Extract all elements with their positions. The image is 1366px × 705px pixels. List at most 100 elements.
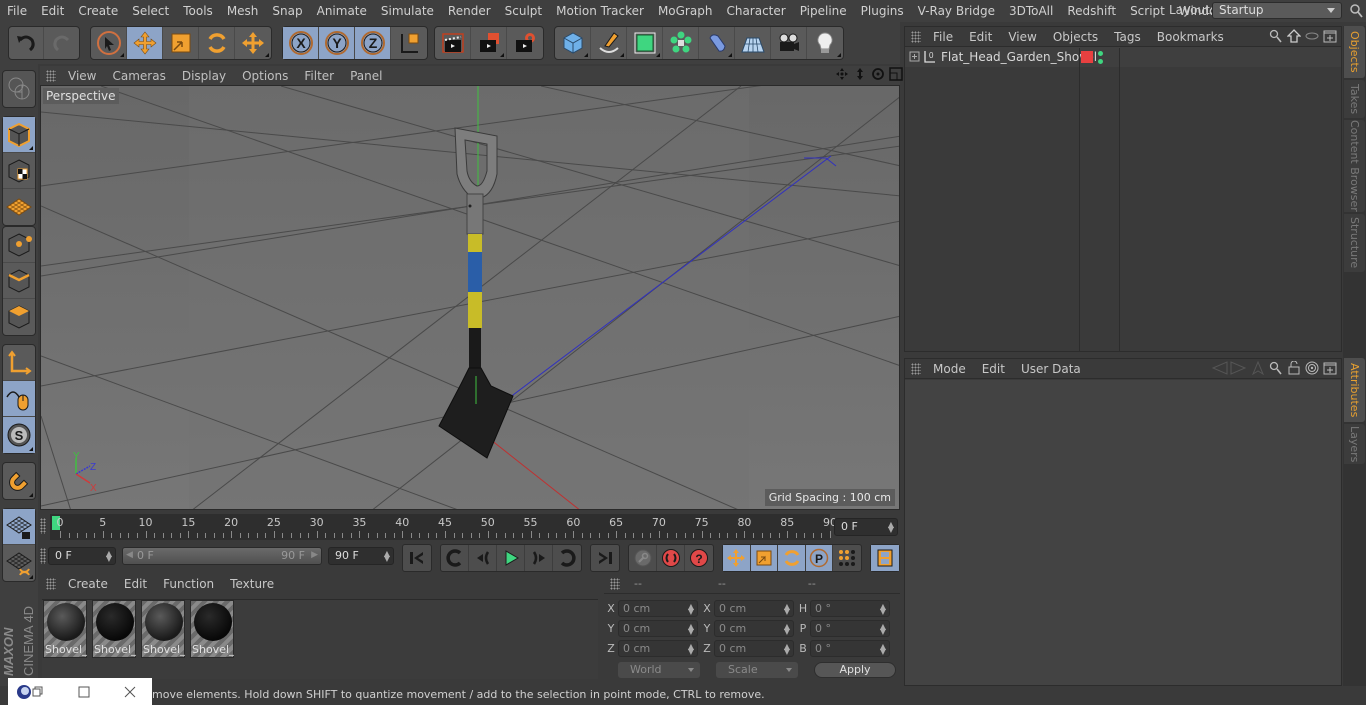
home-icon[interactable] (1287, 29, 1301, 43)
position-z-field[interactable]: 0 cm ▲ ▼ (618, 640, 698, 657)
viewport-menu-view[interactable]: View (60, 69, 104, 83)
position-x-field[interactable]: 0 cm ▲ ▼ (618, 600, 698, 617)
record-key-button[interactable] (629, 545, 657, 571)
maximize-view-icon[interactable] (889, 67, 903, 81)
world-button[interactable] (3, 71, 35, 107)
tab-layers[interactable]: Layers (1344, 424, 1365, 464)
autokey-button[interactable] (657, 545, 685, 571)
cloner-button[interactable] (663, 27, 699, 59)
start-frame-field[interactable]: 0 F ▲ ▼ (48, 547, 116, 565)
viewport-3d[interactable]: Y Z X Perspective Grid Spacing : 100 cm (40, 85, 900, 510)
menu-script[interactable]: Script (1123, 0, 1172, 22)
menu-motion-tracker[interactable]: Motion Tracker (549, 0, 651, 22)
select-tool-button[interactable] (91, 27, 127, 59)
subdivision-button[interactable] (627, 27, 663, 59)
column-divider[interactable] (1079, 48, 1080, 352)
timeline-ruler[interactable]: 0 5 10 15 20 25 30 35 40 45 50 55 60 65 70 75 80 85 90 (50, 514, 837, 540)
material-item[interactable]: Shovel_! (92, 600, 136, 658)
menu-select[interactable]: Select (125, 0, 176, 22)
polygons-mode-button[interactable] (3, 299, 35, 335)
workplane-align-button[interactable] (3, 545, 35, 581)
panel-grip[interactable] (911, 30, 921, 43)
material-item[interactable]: Shovel_! (141, 600, 185, 658)
key-parameter-button[interactable]: P (805, 545, 834, 571)
material-menu-create[interactable]: Create (60, 577, 116, 591)
menu-edit[interactable]: Edit (34, 0, 71, 22)
menu-simulate[interactable]: Simulate (374, 0, 441, 22)
rotate-tool-button[interactable] (199, 27, 235, 59)
back-forward-icon[interactable] (1211, 361, 1247, 375)
spinner-icon[interactable]: ▲ ▼ (106, 550, 112, 563)
object-row[interactable]: 0 Flat_Head_Garden_Shovel (905, 47, 1341, 67)
key-rotation-button[interactable] (778, 545, 806, 571)
menu-character[interactable]: Character (719, 0, 792, 22)
layer-color-swatch[interactable] (1081, 51, 1093, 63)
apply-button[interactable]: Apply (814, 662, 896, 678)
points-mode-button[interactable] (3, 227, 35, 263)
menu-3dtoall[interactable]: 3DToAll (1002, 0, 1060, 22)
scale-tool-button[interactable] (163, 27, 199, 59)
coordinate-mode-dropdown[interactable]: World (618, 662, 700, 678)
workplane-lock-button[interactable] (3, 509, 35, 545)
render-picture-viewer-button[interactable] (471, 27, 507, 59)
move-tool-button[interactable] (127, 27, 163, 59)
render-view-button[interactable] (435, 27, 471, 59)
menu-mograph[interactable]: MoGraph (651, 0, 720, 22)
am-menu-edit[interactable]: Edit (974, 362, 1013, 376)
key-position-button[interactable] (723, 545, 751, 571)
new-panel-icon[interactable] (1323, 29, 1337, 43)
material-item[interactable]: Shovel_l (43, 600, 87, 658)
prev-keyframe-button[interactable] (441, 545, 469, 571)
visibility-dots[interactable] (1098, 50, 1103, 64)
menu-create[interactable]: Create (71, 0, 125, 22)
am-menu-user-data[interactable]: User Data (1013, 362, 1089, 376)
viewport-menu-options[interactable]: Options (234, 69, 296, 83)
visibility-icon[interactable] (1305, 29, 1319, 43)
tweak-mode-button[interactable] (3, 381, 35, 417)
cube-button[interactable] (555, 27, 591, 59)
next-frame-button[interactable] (525, 545, 553, 571)
camera-button[interactable] (771, 27, 807, 59)
frame-range-slider[interactable]: ◀ 0 F 90 F ▶ (122, 547, 322, 565)
redo-button[interactable] (44, 27, 79, 59)
size-z-field[interactable]: 0 cm ▲ ▼ (714, 640, 794, 657)
spinner-icon[interactable]: ▲ ▼ (888, 521, 894, 534)
render-settings-button[interactable] (507, 27, 543, 59)
panel-grip[interactable] (46, 578, 56, 590)
tab-objects[interactable]: Objects (1344, 26, 1365, 78)
rotation-p-field[interactable]: 0 ° ▲ ▼ (810, 620, 890, 637)
new-panel-icon[interactable] (1323, 361, 1337, 375)
goto-start-button[interactable] (403, 545, 431, 571)
viewport-menu-filter[interactable]: Filter (296, 69, 342, 83)
coordinate-system-button[interactable] (391, 27, 427, 59)
search-icon[interactable] (1349, 3, 1363, 19)
position-y-field[interactable]: 0 cm ▲ ▼ (618, 620, 698, 637)
light-button[interactable] (807, 27, 843, 59)
current-frame-field[interactable]: 0 F ▲ ▼ (834, 518, 898, 536)
size-y-field[interactable]: 0 cm ▲ ▼ (714, 620, 794, 637)
play-button[interactable] (497, 545, 525, 571)
live-move-tool-button[interactable] (235, 27, 271, 59)
tab-content-browser[interactable]: Content Browser (1344, 120, 1365, 212)
expand-icon[interactable] (909, 51, 921, 63)
axis-mode-button[interactable] (3, 345, 35, 381)
material-menu-texture[interactable]: Texture (222, 577, 282, 591)
orbit-icon[interactable] (871, 67, 885, 81)
key-pla-button[interactable] (833, 545, 861, 571)
panel-grip[interactable] (911, 362, 921, 375)
restore-icon[interactable] (32, 686, 44, 698)
menu-plugins[interactable]: Plugins (854, 0, 911, 22)
menu-file[interactable]: File (0, 0, 34, 22)
panel-grip[interactable] (610, 577, 620, 590)
edges-mode-button[interactable] (3, 263, 35, 299)
undo-button[interactable] (9, 27, 45, 59)
om-menu-bookmarks[interactable]: Bookmarks (1149, 30, 1232, 44)
zoom-view-icon[interactable] (853, 67, 867, 81)
menu-redshift[interactable]: Redshift (1060, 0, 1123, 22)
coordinate-type-dropdown[interactable]: Scale (716, 662, 798, 678)
pan-icon[interactable] (835, 67, 849, 81)
solo-button[interactable]: S (3, 417, 35, 453)
tab-takes[interactable]: Takes (1344, 80, 1365, 118)
column-divider[interactable] (1119, 48, 1120, 352)
tab-attributes[interactable]: Attributes (1344, 358, 1365, 422)
